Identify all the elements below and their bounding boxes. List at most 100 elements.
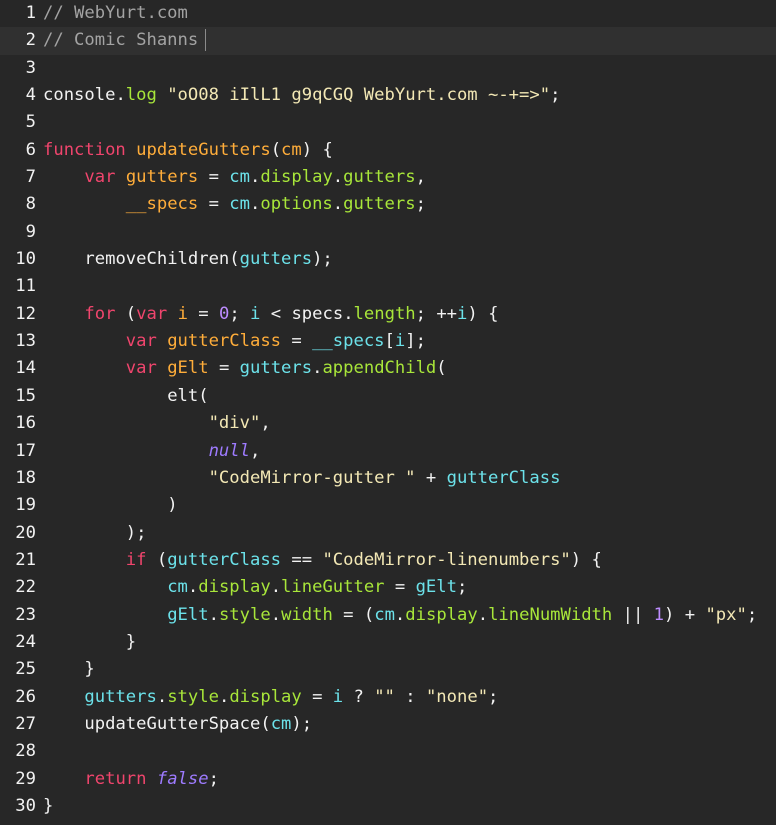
code-token: = ( xyxy=(332,604,375,625)
code-line[interactable]: 18 "CodeMirror-gutter " + gutterClass xyxy=(0,465,776,492)
code-line[interactable]: 8 __specs = cm.options.gutters; xyxy=(0,191,776,218)
code-token: cm xyxy=(229,167,250,188)
code-line[interactable]: 2 // Comic Shanns xyxy=(0,27,776,55)
code-line[interactable]: 11 xyxy=(0,273,776,300)
code-token: "" xyxy=(374,686,395,707)
code-line[interactable]: 16 "div", xyxy=(0,410,776,437)
code-token: "CodeMirror-gutter " xyxy=(208,467,416,488)
code-text[interactable]: cm.display.lineGutter = gElt; xyxy=(43,574,467,601)
code-token: || xyxy=(612,604,654,625)
code-token: . xyxy=(477,604,489,625)
code-token: = xyxy=(198,167,230,188)
code-text[interactable]: var gutters = cm.display.gutters, xyxy=(43,164,426,191)
code-line[interactable]: 28 xyxy=(0,738,776,765)
code-token: . xyxy=(208,604,219,625)
line-number: 2 xyxy=(25,30,36,51)
code-line[interactable]: 30} xyxy=(0,793,776,820)
code-token: cm xyxy=(281,139,302,160)
code-text[interactable]: // WebYurt.com xyxy=(43,0,188,27)
code-text[interactable]: var gElt = gutters.appendChild( xyxy=(43,355,447,382)
code-token: . xyxy=(187,577,199,598)
line-number: 24 xyxy=(15,631,36,652)
code-token: = xyxy=(208,358,240,379)
code-line[interactable]: 7 var gutters = cm.display.gutters, xyxy=(0,164,776,191)
code-token: var xyxy=(136,303,168,324)
code-text[interactable]: removeChildren(gutters); xyxy=(43,246,332,273)
code-line[interactable]: 6 function updateGutters(cm) { xyxy=(0,137,776,164)
code-text[interactable]: for (var i = 0; i < specs.length; ++i) { xyxy=(43,301,498,328)
code-line[interactable]: 21 if (gutterClass == "CodeMirror-linenu… xyxy=(0,547,776,574)
code-text[interactable]: function updateGutters(cm) { xyxy=(43,137,333,164)
code-text[interactable]: "CodeMirror-gutter " + gutterClass xyxy=(43,465,561,492)
line-number: 28 xyxy=(15,741,36,762)
code-text[interactable]: } xyxy=(43,629,136,656)
line-number: 30 xyxy=(15,795,36,816)
code-line[interactable]: 15 elt( xyxy=(0,383,776,410)
code-line[interactable]: 25 } xyxy=(0,656,776,683)
code-token: gElt xyxy=(415,577,457,598)
code-line[interactable]: 26 gutters.style.display = i ? "" : "non… xyxy=(0,684,776,711)
code-line[interactable]: 5 xyxy=(0,109,776,136)
code-line[interactable]: 17 null, xyxy=(0,438,776,465)
code-line[interactable]: 29 return false; xyxy=(0,766,776,793)
code-line[interactable]: 20 ); xyxy=(0,520,776,547)
code-line[interactable]: 13 var gutterClass = __specs[i]; xyxy=(0,328,776,355)
code-text[interactable]: updateGutterSpace(cm); xyxy=(43,711,312,738)
code-editor[interactable]: 1 // WebYurt.com 2 // Comic Shanns 3 4 console… xyxy=(0,0,776,825)
code-token: + xyxy=(415,467,447,488)
code-line[interactable]: 9 xyxy=(0,219,776,246)
line-number: 9 xyxy=(25,221,36,242)
code-line[interactable]: 12 for (var i = 0; i < specs.length; ++i… xyxy=(0,301,776,328)
code-line[interactable]: 4 console.log "oO08 iIlL1 g9qCGQ WebYurt.… xyxy=(0,82,776,109)
line-number: 17 xyxy=(15,440,36,461)
code-text[interactable]: ); xyxy=(43,520,147,547)
code-token: return xyxy=(84,768,147,789)
code-text[interactable]: if (gutterClass == "CodeMirror-linenumbe… xyxy=(43,547,602,574)
line-number: 18 xyxy=(15,467,36,488)
code-text[interactable]: ) xyxy=(43,492,177,519)
code-text[interactable]: } xyxy=(43,656,94,683)
code-text[interactable]: elt( xyxy=(43,383,208,410)
code-line[interactable]: 24 } xyxy=(0,629,776,656)
code-token: gutters xyxy=(84,686,157,707)
code-token: . xyxy=(394,604,406,625)
code-token: ( xyxy=(436,358,447,379)
line-number: 14 xyxy=(15,358,36,379)
code-text[interactable]: null, xyxy=(43,438,261,465)
line-number: 27 xyxy=(15,713,36,734)
text-cursor xyxy=(205,29,207,52)
line-number: 6 xyxy=(25,139,36,160)
code-line[interactable]: 22 cm.display.lineGutter = gElt; xyxy=(0,574,776,601)
code-text[interactable]: // Comic Shanns xyxy=(43,27,207,54)
code-text[interactable]: "div", xyxy=(43,410,271,437)
code-line[interactable]: 19 ) xyxy=(0,492,776,519)
code-token: cm xyxy=(167,577,188,598)
code-text[interactable]: return false; xyxy=(43,766,219,793)
code-line[interactable]: 27 updateGutterSpace(cm); xyxy=(0,711,776,738)
code-text[interactable]: gutters.style.display = i ? "" : "none"; xyxy=(43,684,498,711)
code-text[interactable]: __specs = cm.options.gutters; xyxy=(43,191,426,218)
line-number: 3 xyxy=(25,57,36,78)
line-number: 21 xyxy=(15,549,36,570)
code-line[interactable]: 14 var gElt = gutters.appendChild( xyxy=(0,355,776,382)
code-line[interactable]: 23 gElt.style.width = (cm.display.lineNu… xyxy=(0,602,776,629)
code-line[interactable]: 10 removeChildren(gutters); xyxy=(0,246,776,273)
code-text[interactable]: gElt.style.width = (cm.display.lineNumWi… xyxy=(43,602,757,629)
code-token: ]; xyxy=(405,331,426,352)
code-line[interactable]: 3 xyxy=(0,55,776,82)
code-text[interactable]: var gutterClass = __specs[i]; xyxy=(43,328,426,355)
line-number: 22 xyxy=(15,577,36,598)
code-token: gutterClass xyxy=(167,549,282,570)
code-token: = xyxy=(281,331,313,352)
code-line[interactable]: 1 // WebYurt.com xyxy=(0,0,776,27)
code-token: i xyxy=(394,331,406,352)
code-text[interactable]: } xyxy=(43,793,53,820)
code-token: cm xyxy=(270,713,292,734)
line-number: 19 xyxy=(15,495,36,516)
line-number: 15 xyxy=(15,385,36,406)
code-text[interactable]: console.log "oO08 iIlL1 g9qCGQ WebYurt.c… xyxy=(43,82,560,109)
